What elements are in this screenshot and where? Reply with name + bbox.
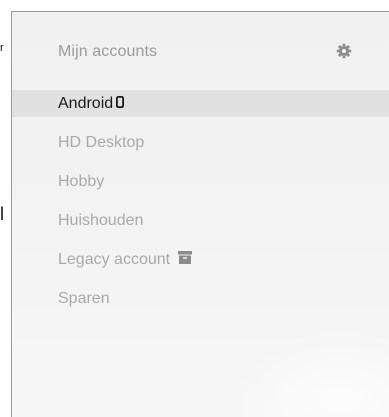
account-label: Legacy account [58,251,171,269]
account-item-huishouden[interactable]: Huishouden [12,208,389,234]
clipped-text-top: r [0,42,4,54]
accounts-sidebar: Mijn accounts Android HD Desktop Hobby H… [11,11,389,417]
sidebar-header: Mijn accounts [12,38,389,64]
gear-icon[interactable] [336,43,352,59]
account-item-sparen[interactable]: Sparen [12,286,389,312]
clipped-text-middle: l [0,204,4,224]
mobile-phone-icon [116,90,125,117]
account-item-hobby[interactable]: Hobby [12,169,389,195]
sidebar-title: Mijn accounts [58,43,158,60]
account-item-android[interactable]: Android [12,90,389,117]
app-window: r l Mijn accounts Android HD Desktop Hob… [0,0,389,417]
account-item-hd-desktop[interactable]: HD Desktop [12,130,389,156]
account-list: Android HD Desktop Hobby Huishouden Lega… [12,90,389,325]
account-label: HD Desktop [58,134,145,151]
account-label: Sparen [58,290,110,307]
account-label: Android [58,95,114,112]
account-item-legacy-account[interactable]: Legacy account [12,247,389,273]
account-label: Huishouden [58,212,144,229]
archive-icon [177,247,192,273]
account-label: Hobby [58,173,105,190]
